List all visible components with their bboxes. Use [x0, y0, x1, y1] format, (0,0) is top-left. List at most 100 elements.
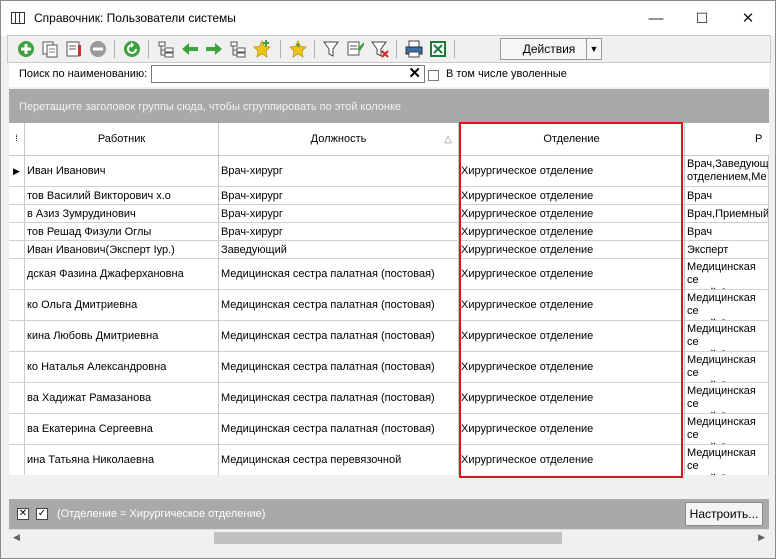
cell-department[interactable]: Хирургическое отделение	[459, 414, 685, 445]
tree-expand-icon[interactable]	[228, 39, 248, 59]
minimize-button[interactable]: —	[633, 1, 679, 36]
cell-department[interactable]: Хирургическое отделение	[459, 156, 685, 187]
cell-position[interactable]: Врач-хирург	[219, 223, 459, 241]
cell-position[interactable]: Медицинская сестра палатная (постовая)	[219, 414, 459, 445]
cell-position[interactable]: Врач-хирург	[219, 187, 459, 205]
row-indicator[interactable]	[9, 187, 25, 205]
cell-department[interactable]: Хирургическое отделение	[459, 290, 685, 321]
cell-position[interactable]: Врач-хирург	[219, 156, 459, 187]
row-indicator[interactable]	[9, 445, 25, 475]
row-indicator[interactable]	[9, 223, 25, 241]
print-icon[interactable]	[404, 39, 424, 59]
settings-button[interactable]: Настроить...	[685, 502, 763, 526]
cell-worker[interactable]: тов Решад Физули Оглы	[25, 223, 219, 241]
horizontal-scrollbar[interactable]: ◀ ▶	[9, 529, 769, 546]
cell-worker[interactable]: в Азиз Зумрудинович	[25, 205, 219, 223]
cell-department[interactable]: Хирургическое отделение	[459, 241, 685, 259]
filter-icon[interactable]	[322, 39, 342, 59]
group-panel[interactable]: Перетащите заголовок группы сюда, чтобы …	[9, 89, 769, 123]
cell-role[interactable]: Медицинская се покой,Статисти	[685, 321, 769, 352]
filter-edit-icon[interactable]	[346, 39, 366, 59]
favorite-icon[interactable]	[288, 39, 308, 59]
row-indicator[interactable]	[9, 352, 25, 383]
cell-worker[interactable]: ко Ольга Дмитриевна	[25, 290, 219, 321]
cell-department[interactable]: Хирургическое отделение	[459, 383, 685, 414]
sort-icon[interactable]: △	[444, 123, 452, 155]
cell-role[interactable]: Врач,Приемный	[685, 205, 769, 223]
cell-department[interactable]: Хирургическое отделение	[459, 321, 685, 352]
row-indicator[interactable]	[9, 321, 25, 352]
cell-role[interactable]: Эксперт	[685, 241, 769, 259]
cell-role[interactable]: Медицинская се покой,Статисти	[685, 414, 769, 445]
arrow-left-icon[interactable]	[180, 39, 200, 59]
refresh-icon[interactable]	[122, 39, 142, 59]
row-indicator[interactable]: ▶	[9, 156, 25, 187]
cell-worker[interactable]: Иван Иванович	[25, 156, 219, 187]
edit-icon[interactable]	[64, 39, 84, 59]
column-header-position-label: Должность	[310, 133, 367, 145]
close-button[interactable]: ✕	[725, 1, 771, 36]
cell-department[interactable]: Хирургическое отделение	[459, 445, 685, 475]
maximize-button[interactable]: ☐	[679, 1, 725, 36]
cell-role[interactable]: Медицинская се покой,Статисти	[685, 352, 769, 383]
cell-worker[interactable]: тов Василий Викторович х.о	[25, 187, 219, 205]
cell-position[interactable]: Медицинская сестра палатная (постовая)	[219, 259, 459, 290]
filter-text[interactable]: (Отделение = Хирургическое отделение)	[57, 508, 265, 520]
cell-worker[interactable]: ва Екатерина Сергеевна	[25, 414, 219, 445]
cell-department[interactable]: Хирургическое отделение	[459, 259, 685, 290]
cell-department[interactable]: Хирургическое отделение	[459, 352, 685, 383]
row-indicator[interactable]	[9, 259, 25, 290]
column-header-role[interactable]: Р	[685, 123, 769, 156]
delete-icon[interactable]	[88, 39, 108, 59]
cell-position[interactable]: Заведующий	[219, 241, 459, 259]
cell-worker[interactable]: ва Хадижат Рамазанова	[25, 383, 219, 414]
cell-role[interactable]: Врач,Заведующ отделением,Ме	[685, 156, 769, 187]
column-header-department[interactable]: Отделение	[459, 123, 685, 156]
cell-role[interactable]: Медицинская се покой,Статисти	[685, 445, 769, 475]
column-header-worker[interactable]: Работник	[25, 123, 219, 156]
cell-worker[interactable]: ина Татьяна Николаевна	[25, 445, 219, 475]
scroll-right-icon[interactable]: ▶	[758, 532, 765, 543]
actions-button[interactable]: Действия	[500, 38, 598, 60]
remove-filter-icon[interactable]: ✕	[17, 508, 29, 520]
cell-position[interactable]: Медицинская сестра палатная (постовая)	[219, 290, 459, 321]
add-icon[interactable]	[16, 39, 36, 59]
cell-department[interactable]: Хирургическое отделение	[459, 205, 685, 223]
cell-department[interactable]: Хирургическое отделение	[459, 187, 685, 205]
row-indicator[interactable]	[9, 241, 25, 259]
row-indicator[interactable]	[9, 290, 25, 321]
search-input[interactable]: ✕	[151, 65, 425, 83]
row-indicator[interactable]	[9, 383, 25, 414]
tree-icon[interactable]	[156, 39, 176, 59]
scroll-left-icon[interactable]: ◀	[13, 532, 20, 543]
cell-worker[interactable]: кина Любовь Дмитриевна	[25, 321, 219, 352]
cell-department[interactable]: Хирургическое отделение	[459, 223, 685, 241]
cell-worker[interactable]: ко Наталья Александровна	[25, 352, 219, 383]
cell-role[interactable]: Медицинская се покой,Статисти	[685, 383, 769, 414]
cell-position[interactable]: Медицинская сестра перевязочной	[219, 445, 459, 475]
cell-position[interactable]: Врач-хирург	[219, 205, 459, 223]
filter-clear-icon[interactable]	[370, 39, 390, 59]
chevron-down-icon[interactable]: ▼	[586, 38, 602, 60]
cell-worker[interactable]: Иван Иванович(Эксперт Iур.)	[25, 241, 219, 259]
include-fired-checkbox[interactable]	[428, 70, 439, 81]
copy-icon[interactable]	[40, 39, 60, 59]
cell-role[interactable]: Врач	[685, 187, 769, 205]
row-indicator[interactable]	[9, 414, 25, 445]
scrollbar-thumb[interactable]	[214, 532, 562, 544]
cell-role[interactable]: Медицинская се покой,Статисти	[685, 259, 769, 290]
row-indicator[interactable]	[9, 205, 25, 223]
cell-position[interactable]: Медицинская сестра палатная (постовая)	[219, 383, 459, 414]
enable-filter-checkbox[interactable]: ✓	[36, 508, 48, 520]
column-header-position[interactable]: Должность △	[219, 123, 459, 156]
add-favorite-icon[interactable]	[252, 39, 272, 59]
arrow-right-icon[interactable]	[204, 39, 224, 59]
row-indicator-header[interactable]: ⁞	[9, 123, 25, 156]
cell-position[interactable]: Медицинская сестра палатная (постовая)	[219, 352, 459, 383]
cell-role[interactable]: Медицинская се покой,Статисти	[685, 290, 769, 321]
excel-icon[interactable]	[428, 39, 448, 59]
clear-icon[interactable]: ✕	[408, 66, 421, 82]
cell-position[interactable]: Медицинская сестра палатная (постовая)	[219, 321, 459, 352]
cell-role[interactable]: Врач	[685, 223, 769, 241]
cell-worker[interactable]: дская Фазина Джаферхановна	[25, 259, 219, 290]
